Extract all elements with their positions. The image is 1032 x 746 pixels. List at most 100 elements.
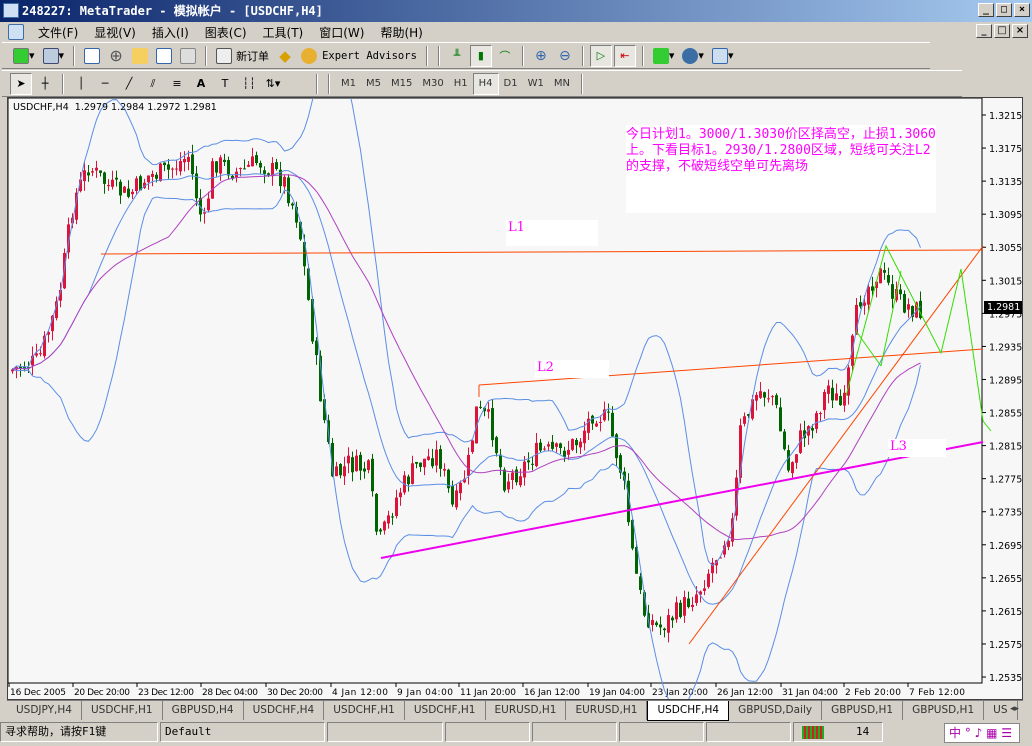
chart-tab[interactable]: USDCHF,H1 [82,701,163,720]
timeframe-m15[interactable]: M15 [386,73,417,95]
chart-tab[interactable]: GBPUSD,H4 [163,701,244,720]
terminal-button[interactable] [153,45,175,67]
status-pane [706,722,791,742]
close-button[interactable]: × [1014,3,1030,17]
time-tick-label: 30 Dec 20:00 [267,688,323,698]
text-label-button[interactable]: T [214,73,236,95]
time-tick-label: 4 Jan 12:00 [332,688,388,698]
expert-advisors-button[interactable]: Expert Advisors [298,45,420,67]
bear-candle [419,462,422,467]
mdi-restore-button[interactable]: □ [994,24,1010,38]
auto-scroll-button[interactable]: ▷ [589,44,612,67]
zoom-in-button[interactable]: ⊕ [530,45,552,67]
vertical-line-button[interactable]: │ [70,73,92,95]
timeframe-mn[interactable]: MN [549,73,575,95]
bear-candle [527,460,530,463]
bear-candle [259,162,262,168]
chart-window[interactable]: 1.3215 1.3175 1.3135 1.3095 1.3055 1.3015 1.29… [7,97,1023,700]
chart-tab[interactable]: USDCHF,H4 [244,701,325,720]
profiles-button[interactable]: ▾ [40,45,68,67]
indicators-button[interactable]: ▾ [650,45,678,67]
chart-tab[interactable]: USDJPY,H4 [7,701,82,720]
bull-candle [579,441,582,448]
cursor-button[interactable]: ➤ [10,72,32,95]
navigator-button[interactable] [129,45,151,67]
alert-button[interactable]: ◆ [274,45,296,67]
timeframe-d1[interactable]: D1 [499,73,523,95]
market-watch-button[interactable] [81,45,103,67]
chart-tab[interactable]: USDCHF,H4 [647,701,730,721]
bar-chart-button[interactable]: ╨ [446,45,468,67]
new-order-button[interactable]: 新订单 [213,45,272,67]
menu-file[interactable]: 文件(F) [30,24,86,41]
arrows-button[interactable]: ⇅▾ [262,73,284,95]
templates-button[interactable]: ▾ [709,45,737,67]
timeframe-w1[interactable]: W1 [523,73,549,95]
chart-tab[interactable]: GBPUSD,H1 [822,701,904,720]
bull-candle [843,392,846,406]
bull-candle [771,396,774,398]
menu-charts[interactable]: 图表(C) [197,24,255,41]
timeframe-h4[interactable]: H4 [472,72,499,95]
bear-candle [639,576,642,591]
chart-shift-button[interactable]: ⇤ [613,44,636,67]
line-chart-button[interactable]: ⌒ [494,45,516,67]
mdi-close-button[interactable]: × [1012,24,1028,38]
bear-candle [775,395,778,405]
fibonacci-icon: ≡ [172,77,182,90]
chart-tab[interactable]: GBPUSD,Daily [729,701,823,720]
fibonacci-button[interactable]: ≡ [166,73,188,95]
menu-window[interactable]: 窗口(W) [311,24,372,41]
new-chart-button[interactable]: ▾ [10,45,38,67]
bull-candle [107,185,110,187]
periods-lines-button[interactable]: ┆┆ [238,73,260,95]
bear-candle [227,160,230,176]
minimize-button[interactable]: _ [978,3,994,17]
bull-candle [247,164,250,167]
equidistant-channel-button[interactable]: ⫽ [142,73,164,95]
channel-icon: ⫽ [150,76,156,90]
tester-button[interactable] [177,45,199,67]
app-icon [3,3,19,18]
text-button[interactable]: A [190,73,212,95]
tabs-scroll[interactable]: ◂▸ [1010,704,1019,714]
menu-help[interactable]: 帮助(H) [372,24,430,41]
menu-insert[interactable]: 插入(I) [144,24,197,41]
bull-candle [219,157,222,174]
timeframe-h1[interactable]: H1 [449,73,473,95]
chart-tab[interactable]: USDCHF,H1 [405,701,486,720]
menu-tools[interactable]: 工具(T) [255,24,312,41]
chart-tab[interactable]: EURUSD,H1 [566,701,648,720]
chart-tab[interactable]: GBPUSD,H1 [903,701,985,720]
trendline-button[interactable]: ╱ [118,73,140,95]
zoom-out-button[interactable]: ⊖ [554,45,576,67]
bull-candle [595,423,598,427]
candlestick-icon: ▮ [477,49,484,62]
price-tick-label: 1.3095 [989,210,1022,221]
mdi-minimize-button[interactable]: _ [976,24,992,38]
timeframe-m30[interactable]: M30 [417,73,448,95]
bull-candle [207,198,210,211]
annotation-note: 今日计划1。3000/1.3030价区择高空，止损1.3060上。下看目标1。2… [626,125,936,213]
chart-tab[interactable]: USDCHF,H1 [324,701,405,720]
periods-button[interactable]: ▾ [679,45,707,67]
price-tick-label: 1.2575 [989,640,1022,651]
bull-candle [443,468,446,471]
menu-view[interactable]: 显视(V) [86,24,144,41]
bull-candle [427,456,430,460]
crosshair-data-button[interactable]: ⊕ [105,45,127,67]
bear-candle [883,270,886,273]
timeframe-m1[interactable]: M1 [336,73,361,95]
horizontal-line-button[interactable]: ─ [94,73,116,95]
maximize-button[interactable]: □ [996,3,1012,17]
ime-toolbar[interactable]: 中 ° ♪ ▦ ☰ [944,723,1020,743]
crosshair-button[interactable]: ┼ [34,73,56,95]
text-icon: A [196,77,206,90]
bear-candle [479,406,482,408]
bull-candle [147,175,150,183]
timeframe-m5[interactable]: M5 [361,73,386,95]
bull-candle [819,413,822,415]
candlestick-button[interactable]: ▮ [469,44,492,67]
title-bar: 248227: MetaTrader - 模拟帐户 - [USDCHF,H4] … [0,0,1032,22]
chart-tab[interactable]: EURUSD,H1 [486,701,567,720]
